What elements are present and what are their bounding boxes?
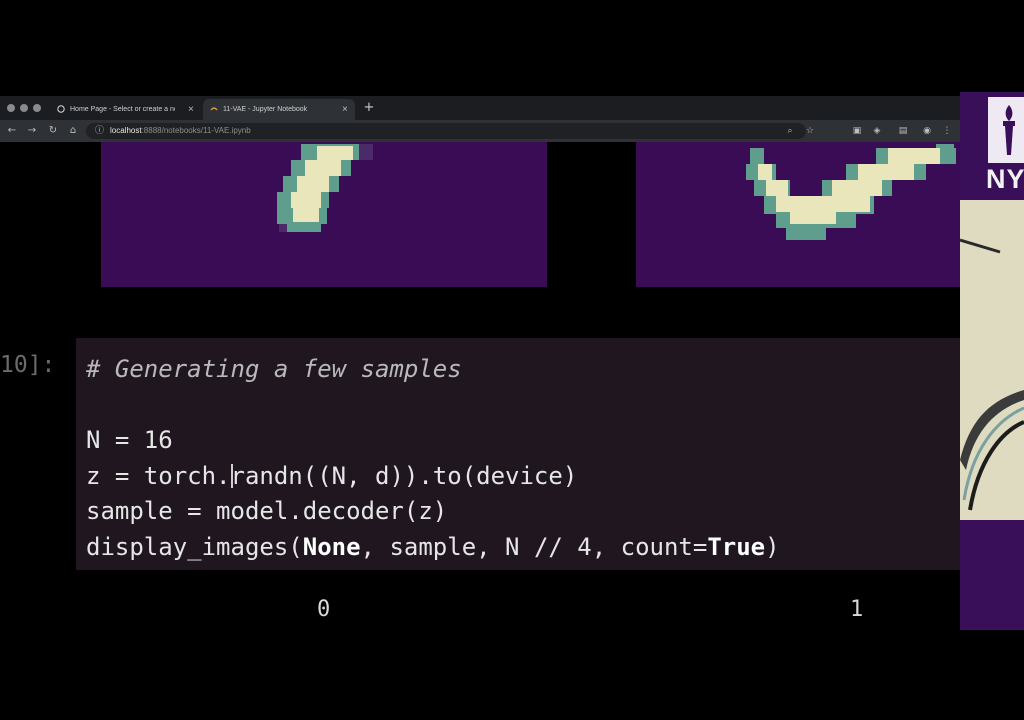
browser-tab-bar: Home Page - Select or create a no × 11-V… xyxy=(0,96,960,120)
extension-icon[interactable]: ◈ xyxy=(870,123,884,139)
output-index-label: 1 xyxy=(850,597,864,622)
zoom-icon[interactable]: ⌕ xyxy=(783,123,797,139)
nyu-logo-text: NYU xyxy=(986,164,1024,194)
code-line-part: z = torch. xyxy=(86,461,231,490)
nyu-logo xyxy=(988,97,1024,163)
tab-close-icon[interactable]: × xyxy=(188,99,194,120)
browser-toolbar: ← → ↻ ⌂ ⓘ localhost:8888/notebooks/11-VA… xyxy=(0,120,960,142)
window-close-button[interactable] xyxy=(7,104,15,112)
tab-vae-notebook[interactable]: 11-VAE - Jupyter Notebook × xyxy=(203,99,355,120)
presenter-video xyxy=(960,200,1024,520)
generated-digit-image xyxy=(746,144,956,240)
cell-input-prompt: 10]: xyxy=(0,352,56,378)
code-line: sample = model.decoder(z) xyxy=(86,497,448,525)
menu-icon[interactable]: ⋮ xyxy=(940,123,954,139)
forward-icon[interactable]: → xyxy=(25,123,39,139)
keyword-true: True xyxy=(707,532,766,561)
torch-icon xyxy=(1003,105,1015,155)
tab-title: 11-VAE - Jupyter Notebook xyxy=(223,106,308,113)
presenter-image xyxy=(960,238,1024,511)
code-line-part: randn((N, d)).to(device) xyxy=(230,461,578,490)
back-icon[interactable]: ← xyxy=(5,123,19,139)
window-minimize-button[interactable] xyxy=(20,104,28,112)
code-cell[interactable]: # Generating a few samples N = 16 z = to… xyxy=(76,338,960,570)
output-index-label: 0 xyxy=(317,597,331,622)
code-line-part: display_images( xyxy=(86,532,303,561)
extension-icon[interactable]: ▣ xyxy=(850,123,864,139)
generated-digit-image xyxy=(277,144,373,232)
jupyter-favicon-icon xyxy=(57,105,65,113)
window-zoom-button[interactable] xyxy=(33,104,41,112)
tab-title: Home Page - Select or create a no xyxy=(70,106,175,113)
code-comment: # Generating a few samples xyxy=(86,355,462,383)
extension-icon[interactable]: ◉ xyxy=(920,123,934,139)
tab-home-page[interactable]: Home Page - Select or create a no × xyxy=(50,99,200,120)
code-line-part: , sample, N // 4, count= xyxy=(360,532,708,561)
output-image-right xyxy=(636,142,960,287)
code-line: N = 16 xyxy=(86,426,173,454)
reload-icon[interactable]: ↻ xyxy=(46,123,60,139)
tab-close-icon[interactable]: × xyxy=(342,99,348,120)
url-host: localhost xyxy=(110,126,142,135)
site-info-icon[interactable]: ⓘ xyxy=(95,123,104,139)
code-editor[interactable]: # Generating a few samples N = 16 z = to… xyxy=(86,352,780,565)
url-path: :8888/notebooks/11-VAE.ipynb xyxy=(141,126,251,135)
home-icon[interactable]: ⌂ xyxy=(66,123,80,139)
presenter-sidebar: NYU xyxy=(960,92,1024,630)
address-bar[interactable]: ⓘ localhost:8888/notebooks/11-VAE.ipynb xyxy=(86,123,806,139)
extension-icon[interactable]: ▤ xyxy=(896,123,910,139)
code-line-part: ) xyxy=(765,532,780,561)
output-image-left xyxy=(101,142,547,287)
keyword-none: None xyxy=(302,532,361,561)
new-tab-button[interactable]: + xyxy=(362,100,376,116)
bookmark-star-icon[interactable]: ☆ xyxy=(803,123,817,139)
url-text: localhost:8888/notebooks/11-VAE.ipynb xyxy=(110,123,251,139)
jupyter-favicon-icon xyxy=(210,107,218,111)
